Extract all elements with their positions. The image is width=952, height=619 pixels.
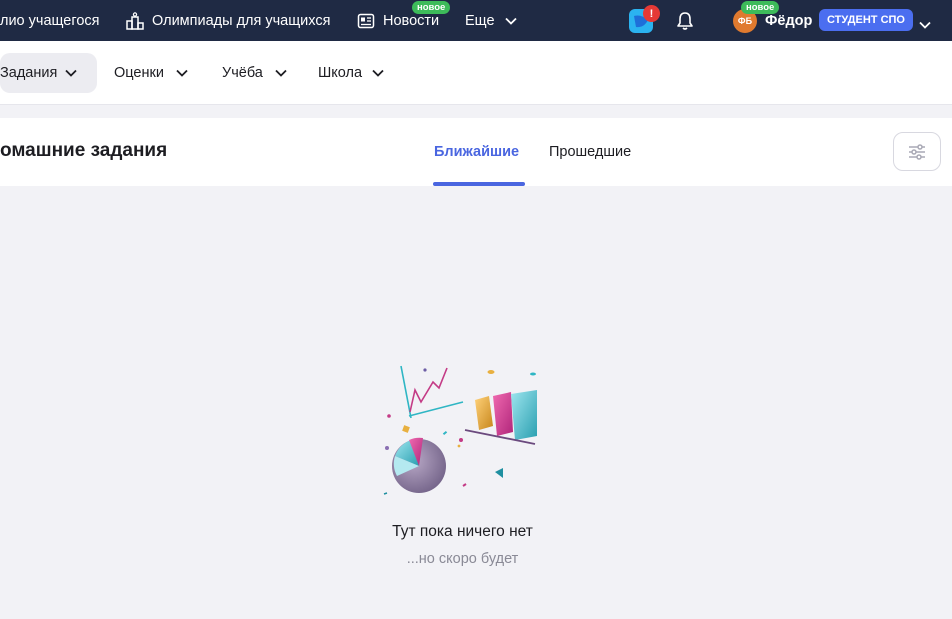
page-header: омашние задания Ближайшие Прошедшие (0, 118, 952, 186)
empty-state-subtitle: ...но скоро будет (406, 551, 519, 567)
empty-state-title: Тут пока ничего нет (392, 523, 533, 540)
tab-grades-label: Оценки (114, 65, 164, 81)
top-navigation-bar: лио учащегося Олимпиады для учащихся Нов… (0, 0, 952, 41)
nav-portfolio-label: лио учащегося (0, 12, 100, 29)
active-tab-indicator (433, 182, 525, 186)
chevron-down-icon (372, 69, 384, 77)
user-name-label: Фёдор (765, 12, 813, 29)
olympiad-icon (126, 11, 144, 30)
user-role-badge[interactable]: СТУДЕНТ СПО (819, 9, 913, 31)
alert-badge: ! (643, 5, 660, 22)
news-icon (357, 12, 375, 30)
tab-upcoming[interactable]: Ближайшие (434, 144, 519, 160)
tab-school-label: Школа (318, 65, 363, 81)
tab-school[interactable]: Школа (318, 53, 384, 93)
tab-study[interactable]: Учёба (222, 53, 287, 93)
chevron-down-icon (65, 69, 77, 77)
bell-icon (677, 12, 693, 30)
tab-assignments[interactable]: Задания (0, 53, 97, 93)
notifications-button[interactable] (676, 11, 694, 31)
news-new-badge: новое (412, 1, 451, 14)
filter-button[interactable] (893, 132, 941, 171)
chevron-down-icon (919, 21, 931, 29)
nav-more-menu[interactable]: Еще (465, 0, 517, 41)
filter-sliders-icon (909, 143, 925, 160)
nav-more-label: Еще (465, 12, 495, 29)
tab-study-label: Учёба (222, 65, 263, 81)
empty-state-illustration (383, 360, 548, 500)
user-name[interactable]: Фёдор (765, 0, 812, 41)
tab-assignments-label: Задания (0, 65, 58, 81)
tab-grades[interactable]: Оценки (114, 53, 188, 93)
nav-olympiads-label: Олимпиады для учащихся (152, 12, 331, 29)
section-navigation: Задания Оценки Учёба Школа (0, 41, 952, 105)
chevron-down-icon (176, 69, 188, 77)
user-menu-toggle[interactable] (919, 16, 931, 34)
nav-news-label: Новости (383, 12, 440, 29)
chevron-down-icon (275, 69, 287, 77)
chevron-down-icon (504, 17, 517, 25)
nav-portfolio[interactable]: лио учащегося (0, 0, 100, 41)
nav-olympiads[interactable]: Олимпиады для учащихся (126, 0, 330, 41)
tab-past[interactable]: Прошедшие (549, 144, 631, 160)
page-title: омашние задания (0, 140, 168, 161)
